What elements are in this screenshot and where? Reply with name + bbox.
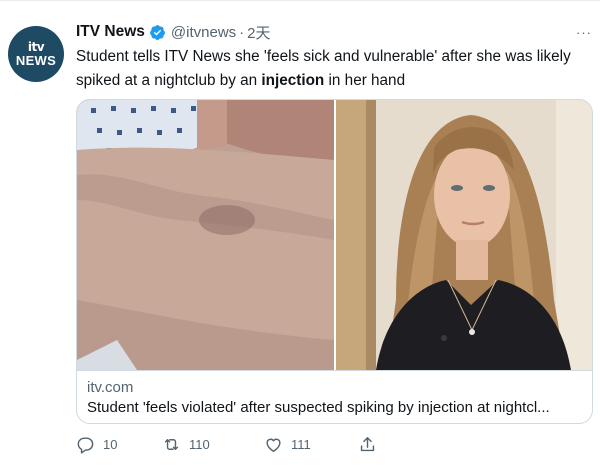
retweet-button[interactable]: 110 <box>162 432 210 456</box>
hand-photo <box>77 100 334 370</box>
like-button[interactable]: 111 <box>264 432 311 456</box>
handle[interactable]: @itvnews <box>171 24 236 41</box>
retweet-icon <box>164 438 179 450</box>
tweet-text-part: in her hand <box>324 72 406 89</box>
reply-count: 10 <box>103 436 118 452</box>
avatar-logo-bottom: NEWS <box>15 52 57 68</box>
reply-icon <box>77 436 94 454</box>
card-title: Student 'feels violated' after suspected… <box>87 399 550 416</box>
separator-dot: · <box>239 23 245 41</box>
display-name[interactable]: ITV News <box>76 23 145 41</box>
tweet-header: ITV News @itvnews · 2天 <box>76 21 271 43</box>
tweet-text-bold: injection <box>261 72 325 89</box>
share-button[interactable] <box>358 432 377 456</box>
more-icon[interactable]: ··· <box>576 25 592 40</box>
avatar[interactable]: itv NEWS <box>8 26 64 82</box>
action-bar: 10 110 111 <box>76 432 386 456</box>
like-count: 111 <box>291 436 311 452</box>
avatar-logo-top: itv <box>27 39 45 54</box>
card-image[interactable] <box>77 100 592 370</box>
retweet-count: 110 <box>189 436 210 452</box>
timestamp[interactable]: 2天 <box>247 22 270 43</box>
top-divider <box>0 0 600 1</box>
student-photo <box>336 100 592 370</box>
like-icon <box>266 438 281 452</box>
share-icon <box>360 436 375 451</box>
reply-button[interactable]: 10 <box>76 432 117 456</box>
card-domain: itv.com <box>87 379 134 396</box>
tweet-text: Student tells ITV News she 'feels sick a… <box>76 45 586 93</box>
card-meta[interactable]: itv.com Student 'feels violated' after s… <box>77 370 592 423</box>
link-card[interactable]: itv.com Student 'feels violated' after s… <box>76 99 593 424</box>
verified-badge-icon <box>149 24 165 40</box>
